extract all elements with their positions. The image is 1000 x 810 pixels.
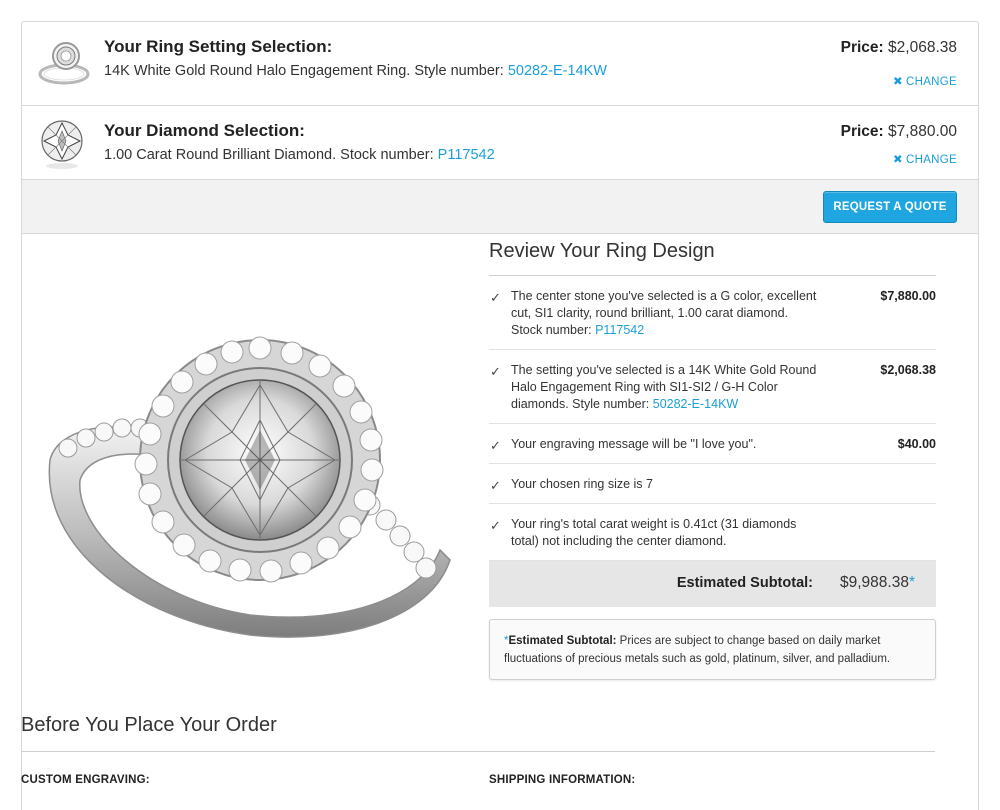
diamond-selection-row: Your Diamond Selection: 1.00 Carat Round… <box>22 106 978 180</box>
close-icon: ✖ <box>893 154 903 166</box>
diamond-thumbnail-icon <box>41 120 83 169</box>
review-item-engraving: ✓ Your engraving message will be "I love… <box>489 424 936 464</box>
price-label: Price: <box>840 123 884 140</box>
quote-action-bar: REQUEST A QUOTE <box>22 180 978 234</box>
checkmark-icon: ✓ <box>490 438 501 453</box>
before-order-title: Before You Place Your Order <box>21 714 935 752</box>
diamond-description: 1.00 Carat Round Brilliant Diamond. Stoc… <box>104 147 495 163</box>
subtotal-value: $9,988.38* <box>840 574 915 592</box>
checkmark-icon: ✓ <box>490 290 501 305</box>
diamond-desc-text: 1.00 Carat Round Brilliant Diamond. Stoc… <box>104 147 438 163</box>
review-item-center-stone: ✓ The center stone you've selected is a … <box>489 276 936 350</box>
diamond-stock-number-link[interactable]: P117542 <box>438 147 495 163</box>
review-item-desc: The center stone you've selected is a G … <box>511 289 817 337</box>
checkmark-icon: ✓ <box>490 518 501 533</box>
custom-engraving-heading: CUSTOM ENGRAVING: <box>21 774 150 786</box>
review-item-text: Your ring's total carat weight is 0.41ct… <box>511 517 797 548</box>
diamond-change-button[interactable]: ✖ CHANGE <box>893 152 957 166</box>
subtotal-label: Estimated Subtotal: <box>676 575 813 591</box>
change-label: CHANGE <box>905 154 957 166</box>
diamond-price: Price: $7,880.00 <box>841 123 957 141</box>
estimated-subtotal-bar: Estimated Subtotal: $9,988.38* <box>489 561 936 607</box>
diamond-title: Your Diamond Selection: <box>104 121 305 140</box>
style-number-link[interactable]: 50282-E-14KW <box>653 397 738 411</box>
subtotal-asterisk: * <box>908 574 915 591</box>
price-label: Price: <box>840 39 884 56</box>
subtotal-amount: $9,988.38 <box>839 574 909 591</box>
review-ring-design-panel: Review Your Ring Design ✓ The center sto… <box>489 240 936 680</box>
change-label: CHANGE <box>905 76 957 88</box>
before-order-section: Before You Place Your Order CUSTOM ENGRA… <box>21 714 935 786</box>
review-item-carat-weight: ✓ Your ring's total carat weight is 0.41… <box>489 504 936 561</box>
stock-number-link[interactable]: P117542 <box>595 323 644 337</box>
price-value: $2,068.38 <box>888 39 957 56</box>
request-quote-button[interactable]: REQUEST A QUOTE <box>823 191 957 223</box>
shipping-information-heading: SHIPPING INFORMATION: <box>489 774 636 786</box>
checkmark-icon: ✓ <box>490 364 501 379</box>
review-item-setting: ✓ The setting you've selected is a 14K W… <box>489 350 936 424</box>
review-item-amount: $40.00 <box>897 437 936 451</box>
ring-setting-change-button[interactable]: ✖ CHANGE <box>893 74 957 88</box>
close-icon: ✖ <box>893 76 903 88</box>
ring-setting-selection-row: Your Ring Setting Selection: 14K White G… <box>22 22 978 106</box>
ring-setting-title: Your Ring Setting Selection: <box>104 37 333 56</box>
ring-product-image <box>48 336 451 638</box>
subtotal-disclaimer-note: *Estimated Subtotal: Prices are subject … <box>489 619 936 680</box>
review-title: Review Your Ring Design <box>489 240 936 276</box>
review-list: ✓ The center stone you've selected is a … <box>489 276 936 561</box>
ring-setting-thumbnail-icon <box>38 42 90 85</box>
ring-style-number-link[interactable]: 50282-E-14KW <box>508 63 607 79</box>
ring-setting-description: 14K White Gold Round Halo Engagement Rin… <box>104 63 607 79</box>
ring-setting-desc-text: 14K White Gold Round Halo Engagement Rin… <box>104 63 508 79</box>
review-item-text: The center stone you've selected is a G … <box>511 288 821 339</box>
note-bold-label: Estimated Subtotal: <box>508 635 617 647</box>
checkmark-icon: ✓ <box>490 478 501 493</box>
review-item-amount: $7,880.00 <box>880 289 936 303</box>
review-item-ring-size: ✓ Your chosen ring size is 7 <box>489 464 936 504</box>
ring-setting-price: Price: $2,068.38 <box>841 39 957 57</box>
review-item-text: Your engraving message will be "I love y… <box>511 437 757 451</box>
review-item-text: The setting you've selected is a 14K Whi… <box>511 362 821 413</box>
review-item-amount: $2,068.38 <box>880 363 936 377</box>
review-item-text: Your chosen ring size is 7 <box>511 477 653 491</box>
price-value: $7,880.00 <box>888 123 957 140</box>
